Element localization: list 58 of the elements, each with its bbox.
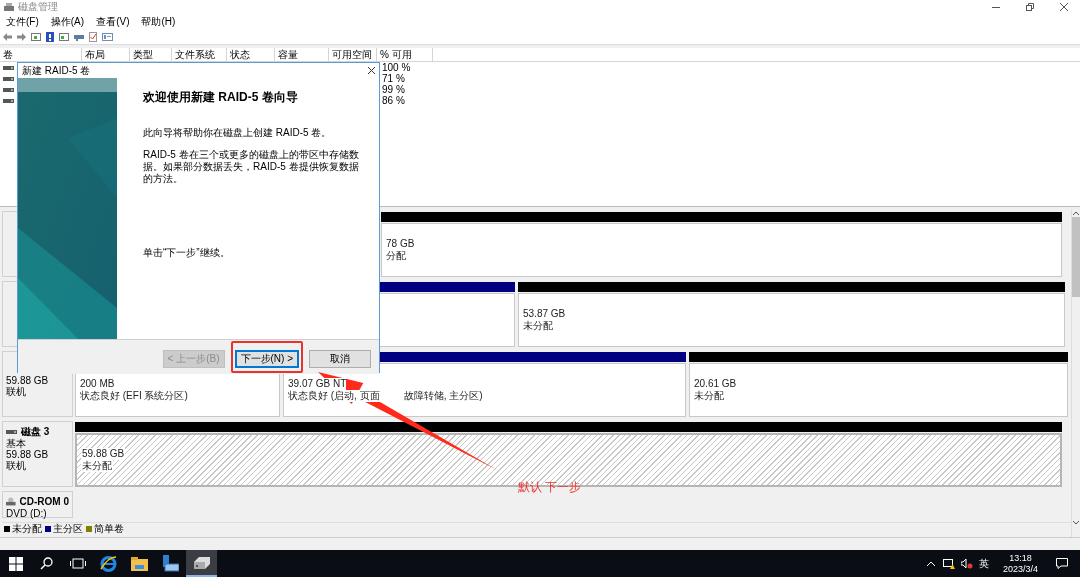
column-header[interactable]: 文件系统 xyxy=(172,48,227,61)
partition-text: 状态良好 (启动, 页面 xyxy=(288,390,380,402)
wizard-hint: 单击“下一步”继续。 xyxy=(143,247,231,259)
partition-text: 78 GB xyxy=(386,238,415,250)
dialog-button[interactable]: 下一步(N) > xyxy=(234,350,299,368)
partition-area[interactable]: 39.07 GB NT 状态良好 (启动, 页面 故障转储, 主分区) xyxy=(283,363,686,417)
clock[interactable]: 13:18 2023/3/4 xyxy=(1002,552,1038,575)
legend-label: 主分区 xyxy=(53,523,83,534)
disk-info-text: 联机 xyxy=(6,386,27,397)
table-cell-text: 100 % xyxy=(381,62,412,73)
menu-item[interactable]: 查看(V) xyxy=(96,15,130,28)
column-header[interactable]: 布局 xyxy=(82,48,130,61)
partition-text: 39.07 GB NT xyxy=(288,378,347,390)
disk-info-text: 基本 xyxy=(6,438,27,449)
wizard-paragraph: RAID-5 卷在三个或更多的磁盘上的带区中存储数据。如果部分数据丢失，RAID-5 卷提供恢复数据的方法。 xyxy=(143,149,360,185)
disk-label-panel[interactable]: CD-ROM 0 DVD (D:) xyxy=(2,491,73,518)
menu-item[interactable]: 帮助(H) xyxy=(141,15,176,28)
disk-name: CD-ROM 0 xyxy=(19,496,69,507)
menu-item[interactable]: 文件(F) xyxy=(6,15,39,28)
legend-label: 未分配 xyxy=(12,523,42,534)
disk-name: 磁盘 3 xyxy=(21,426,50,437)
partition-text: 未分配 xyxy=(81,460,113,472)
partition-text: 未分配 xyxy=(523,320,553,332)
partition-text: 分配 xyxy=(386,250,406,262)
partition-text: 未分配 xyxy=(694,390,724,402)
column-header[interactable]: 可用空间 xyxy=(329,48,377,61)
partition-area[interactable]: 53.87 GB 未分配 xyxy=(518,293,1065,347)
disk-info-text: DVD (D:) xyxy=(6,508,48,519)
disk-info-text: 59.88 GB xyxy=(6,449,50,460)
column-header[interactable]: 容量 xyxy=(275,48,329,61)
table-cell-text: 99 % xyxy=(381,84,406,95)
window-title: 磁盘管理 xyxy=(18,1,58,13)
clock-date: 2023/3/4 xyxy=(1002,563,1038,575)
table-cell-text: 71 % xyxy=(381,73,406,84)
partition-area[interactable]: 20.61 GB 未分配 xyxy=(689,363,1068,417)
partition-area[interactable]: 78 GB 分配 xyxy=(381,223,1062,277)
partition-text: 53.87 GB xyxy=(523,308,566,320)
table-cell-text: 86 % xyxy=(381,95,406,106)
disk-info-text: 59.88 GB xyxy=(6,375,50,386)
column-header[interactable]: % 可用 xyxy=(377,48,433,61)
partition-text: 20.61 GB xyxy=(694,378,737,390)
wizard-paragraph: 此向导将帮助你在磁盘上创建 RAID-5 卷。 xyxy=(143,127,333,139)
dialog-title: 新建 RAID-5 卷 xyxy=(22,64,91,77)
menu-item[interactable]: 操作(A) xyxy=(50,15,85,28)
clock-time: 13:18 xyxy=(1009,552,1032,564)
input-language[interactable]: 英 xyxy=(978,556,989,571)
partition-text: 状态良好 (EFI 系统分区) xyxy=(80,390,188,402)
column-header[interactable]: 状态 xyxy=(227,48,275,61)
column-header[interactable]: 卷 xyxy=(0,48,82,61)
legend-label: 简单卷 xyxy=(94,523,124,534)
disk-label-panel[interactable]: 磁盘 3 基本 59.88 GB 联机 xyxy=(2,421,73,487)
partition-text: 59.88 GB xyxy=(81,448,126,460)
partition-text: 故障转储, 主分区) xyxy=(403,390,483,402)
wizard-heading: 欢迎使用新建 RAID-5 卷向导 xyxy=(143,89,299,105)
disk-info-text: 联机 xyxy=(6,460,27,471)
partition-text: 200 MB xyxy=(80,378,115,390)
dialog-button[interactable]: 取消 xyxy=(309,350,371,368)
column-header[interactable]: 类型 xyxy=(130,48,172,61)
